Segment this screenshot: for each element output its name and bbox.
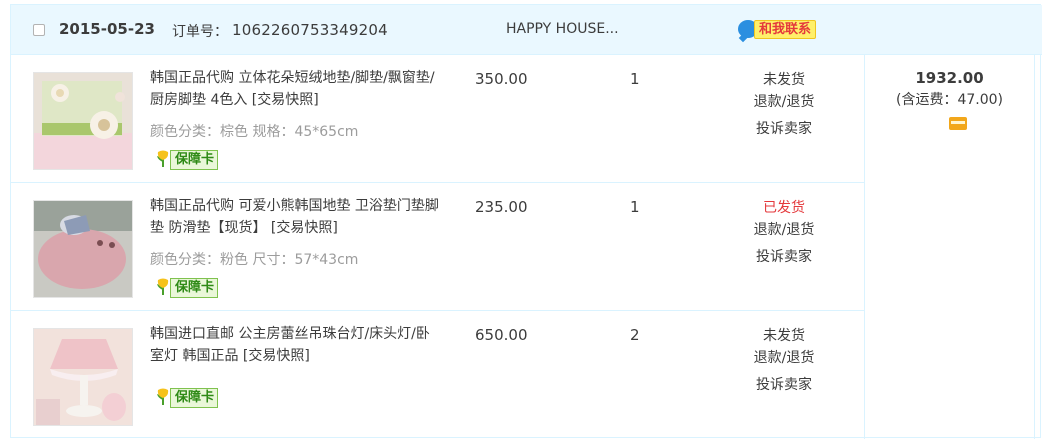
product-thumbnail[interactable] <box>33 72 133 170</box>
order-date: 2015-05-23 <box>59 20 155 38</box>
guarantee-card-label: 保障卡 <box>170 388 219 408</box>
product-sku: 颜色分类：粉色 尺寸：57*43cm <box>150 252 359 268</box>
item-quantity: 2 <box>630 326 640 344</box>
product-title-link[interactable]: 韩国正品代购 可爱小熊韩国地垫 卫浴垫门垫脚垫 防滑垫【现货】 [交易快照] <box>150 195 440 239</box>
complain-seller-link[interactable]: 投诉卖家 <box>749 246 819 268</box>
guarantee-card-label: 保障卡 <box>170 150 219 170</box>
payment-card-icon[interactable] <box>949 117 967 130</box>
product-thumbnail[interactable] <box>33 200 133 298</box>
item-status-column: 未发货 退款/退货 投诉卖家 <box>749 69 819 140</box>
product-thumbnail[interactable] <box>33 328 133 426</box>
shipping-status: 未发货 <box>763 328 805 344</box>
complain-seller-link[interactable]: 投诉卖家 <box>749 118 819 140</box>
order-number: 1062260753349204 <box>232 21 388 39</box>
complain-seller-link[interactable]: 投诉卖家 <box>749 374 819 396</box>
order-item-row: 韩国正品代购 立体花朵短绒地垫/脚垫/飘窗垫/厨房脚垫 4色入 [交易快照] 颜… <box>11 55 864 183</box>
order-card: 2015-05-23 订单号： 1062260753349204 HAPPY H… <box>10 4 1042 439</box>
order-item-row: 韩国进口直邮 公主房蕾丝吊珠台灯/床头灯/卧室灯 韩国正品 [交易快照] 保障卡… <box>11 311 864 439</box>
product-title-link[interactable]: 韩国进口直邮 公主房蕾丝吊珠台灯/床头灯/卧室灯 韩国正品 [交易快照] <box>150 323 440 367</box>
refund-return-link[interactable]: 退款/退货 <box>749 91 819 113</box>
contact-seller-label: 和我联系 <box>754 20 817 39</box>
shop-name-link[interactable]: HAPPY HOUSE... <box>506 21 619 37</box>
shipping-status: 未发货 <box>763 72 805 88</box>
guarantee-card-label: 保障卡 <box>170 278 219 298</box>
order-item-row: 韩国正品代购 可爱小熊韩国地垫 卫浴垫门垫脚垫 防滑垫【现货】 [交易快照] 颜… <box>11 183 864 311</box>
item-status-column: 未发货 退款/退货 投诉卖家 <box>749 325 819 396</box>
item-price: 235.00 <box>475 198 528 216</box>
item-status-column: 已发货 退款/退货 投诉卖家 <box>749 197 819 268</box>
order-number-label: 订单号： <box>172 24 228 40</box>
column-divider <box>864 55 865 439</box>
item-quantity: 1 <box>630 70 640 88</box>
order-select-checkbox[interactable] <box>33 24 45 36</box>
order-total-cell: 1932.00 (含运费：47.00) <box>865 69 1034 130</box>
item-quantity: 1 <box>630 198 640 216</box>
item-price: 350.00 <box>475 70 528 88</box>
shipping-status: 已发货 <box>763 200 805 216</box>
order-header: 2015-05-23 订单号： 1062260753349204 HAPPY H… <box>11 5 1042 55</box>
order-total-amount: 1932.00 <box>915 69 984 87</box>
product-sku: 颜色分类：棕色 规格：45*65cm <box>150 124 359 140</box>
refund-return-link[interactable]: 退款/退货 <box>749 219 819 241</box>
product-title-link[interactable]: 韩国正品代购 立体花朵短绒地垫/脚垫/飘窗垫/厨房脚垫 4色入 [交易快照] <box>150 67 440 111</box>
refund-return-link[interactable]: 退款/退货 <box>749 347 819 369</box>
column-divider <box>1034 55 1035 439</box>
shipping-fee: (含运费：47.00) <box>895 92 1003 108</box>
item-price: 650.00 <box>475 326 528 344</box>
